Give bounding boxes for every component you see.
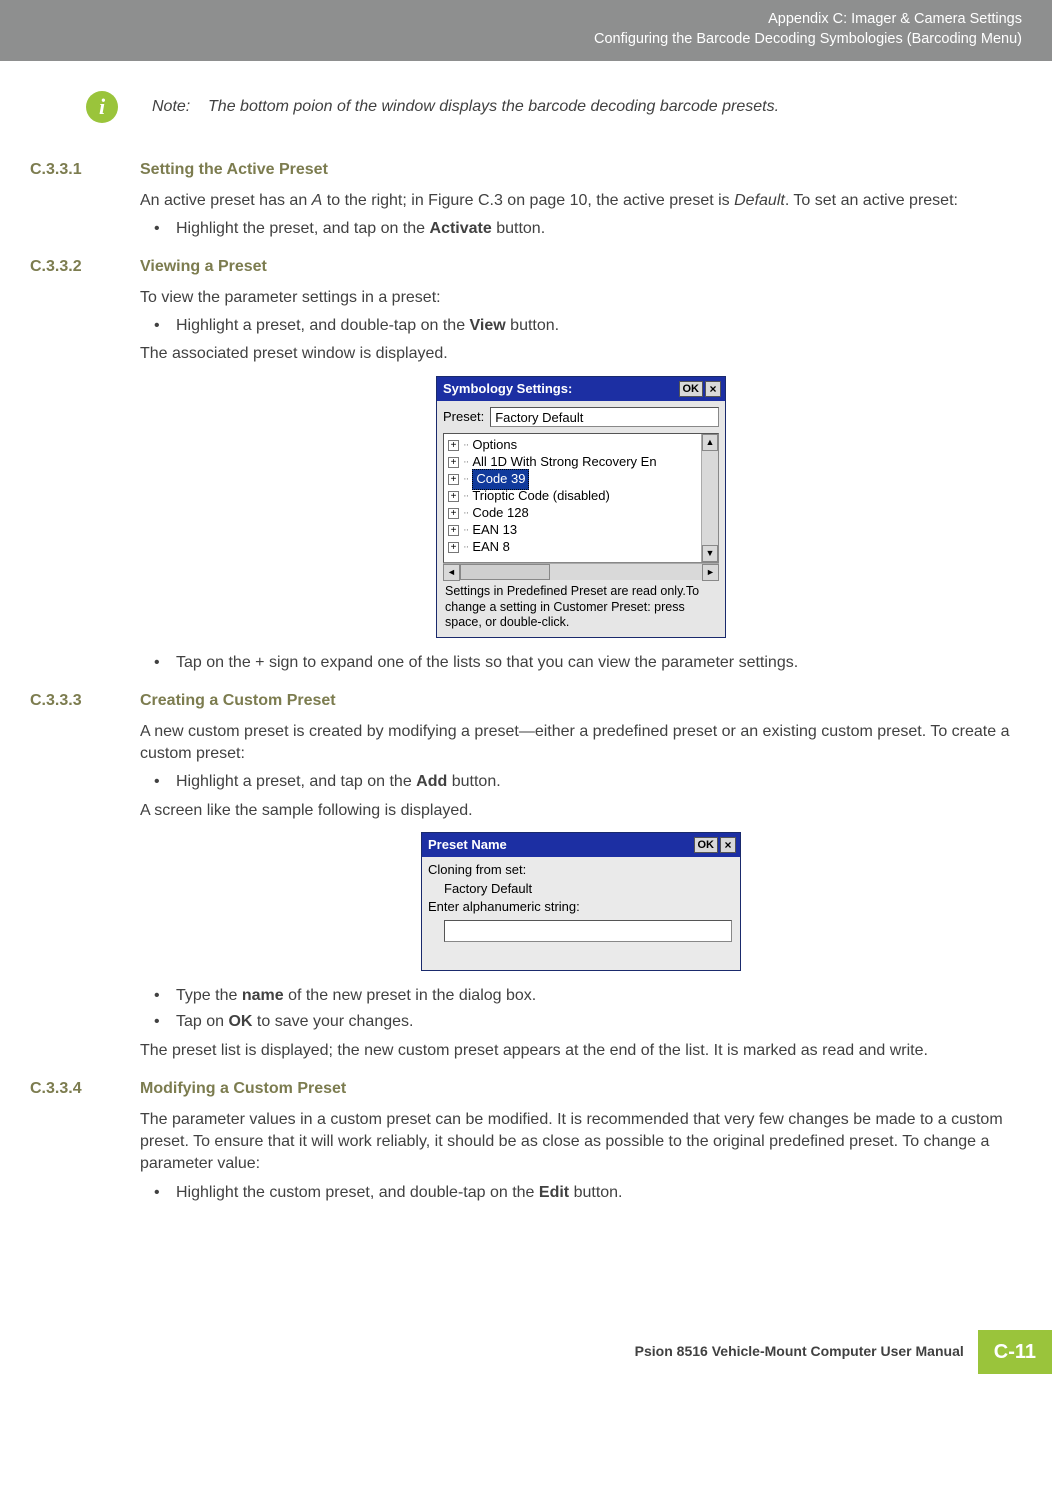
footer-manual-title: Psion 8516 Vehicle-Mount Computer User M… — [621, 1330, 978, 1374]
section-number: C.3.3.3 — [30, 690, 122, 1068]
note-body: The bottom poion of the window displays … — [208, 98, 779, 115]
status-text: Settings in Predefined Preset are read o… — [443, 584, 719, 633]
scroll-up-icon[interactable]: ▲ — [702, 434, 718, 451]
note-callout: i Note: The bottom poion of the window d… — [86, 91, 1022, 123]
list-item: Tap on OK to save your changes. — [154, 1011, 1022, 1033]
section-c-3-3-3: C.3.3.3 Creating a Custom Preset A new c… — [30, 690, 1022, 1068]
bullet-list: Highlight the preset, and tap on the Act… — [140, 218, 1022, 240]
section-title: Viewing a Preset — [140, 256, 1022, 278]
preset-row: Preset: Factory Default — [443, 407, 719, 427]
list-item: Tap on the + sign to expand one of the l… — [154, 652, 1022, 674]
paragraph: An active preset has an A to the right; … — [140, 190, 1022, 212]
note-label: Note: — [152, 98, 190, 115]
page-content: i Note: The bottom poion of the window d… — [0, 61, 1052, 1210]
ok-button[interactable]: OK — [694, 837, 719, 853]
paragraph: The associated preset window is displaye… — [140, 343, 1022, 365]
tree-item-code-128: +··Code 128 — [448, 505, 696, 522]
section-number: C.3.3.4 — [30, 1078, 122, 1210]
paragraph: A new custom preset is created by modify… — [140, 721, 1022, 766]
window-title: Preset Name — [426, 836, 694, 854]
symbology-settings-window: Symbology Settings: OK × Preset: Factory… — [436, 376, 726, 638]
ok-button[interactable]: OK — [679, 381, 704, 397]
section-title: Setting the Active Preset — [140, 159, 1022, 181]
scroll-right-icon[interactable]: ► — [702, 564, 719, 581]
expand-icon[interactable]: + — [448, 474, 459, 485]
expand-icon[interactable]: + — [448, 525, 459, 536]
tree-item-code-39: +··Code 39 — [448, 471, 696, 488]
close-icon[interactable]: × — [720, 837, 736, 853]
window-titlebar[interactable]: Symbology Settings: OK × — [437, 377, 725, 401]
preset-name-window: Preset Name OK × Cloning from set: Facto… — [421, 832, 741, 971]
window-title: Symbology Settings: — [441, 380, 679, 398]
window-titlebar[interactable]: Preset Name OK × — [422, 833, 740, 857]
header-line-1: Appendix C: Imager & Camera Settings — [30, 10, 1022, 30]
preset-label: Preset: — [443, 408, 484, 426]
list-item: Type the name of the new preset in the d… — [154, 985, 1022, 1007]
header-line-2: Configuring the Barcode Decoding Symbolo… — [30, 30, 1022, 50]
preset-field[interactable]: Factory Default — [490, 407, 719, 427]
cloning-label: Cloning from set: — [428, 861, 734, 879]
expand-icon[interactable]: + — [448, 457, 459, 468]
scroll-left-icon[interactable]: ◄ — [443, 564, 460, 581]
horizontal-scrollbar[interactable]: ◄ ► — [443, 563, 719, 580]
bullet-list: Highlight a preset, and double-tap on th… — [140, 315, 1022, 337]
section-title: Creating a Custom Preset — [140, 690, 1022, 712]
note-text: Note: The bottom poion of the window dis… — [152, 96, 779, 118]
close-icon[interactable]: × — [705, 381, 721, 397]
list-item: Highlight a preset, and tap on the Add b… — [154, 771, 1022, 793]
preset-name-input[interactable] — [444, 920, 732, 942]
page-footer: Psion 8516 Vehicle-Mount Computer User M… — [0, 1330, 1052, 1374]
list-item: Highlight the preset, and tap on the Act… — [154, 218, 1022, 240]
enter-string-label: Enter alphanumeric string: — [428, 898, 734, 916]
section-number: C.3.3.1 — [30, 159, 122, 246]
expand-icon[interactable]: + — [448, 440, 459, 451]
tree-panel[interactable]: +··Options +··All 1D With Strong Recover… — [443, 433, 719, 563]
paragraph: To view the parameter settings in a pres… — [140, 287, 1022, 309]
bullet-list: Tap on the + sign to expand one of the l… — [140, 652, 1022, 674]
info-icon: i — [86, 91, 118, 123]
page-number-badge: C-11 — [978, 1330, 1052, 1374]
vertical-scrollbar[interactable]: ▲ ▼ — [701, 434, 718, 562]
section-number: C.3.3.2 — [30, 256, 122, 680]
bullet-list: Highlight the custom preset, and double-… — [140, 1182, 1022, 1204]
paragraph: The parameter values in a custom preset … — [140, 1109, 1022, 1176]
expand-icon[interactable]: + — [448, 508, 459, 519]
expand-icon[interactable]: + — [448, 491, 459, 502]
expand-icon[interactable]: + — [448, 542, 459, 553]
list-item: Highlight a preset, and double-tap on th… — [154, 315, 1022, 337]
scroll-thumb[interactable] — [460, 564, 550, 580]
bullet-list: Type the name of the new preset in the d… — [140, 985, 1022, 1034]
paragraph: A screen like the sample following is di… — [140, 800, 1022, 822]
bullet-list: Highlight a preset, and tap on the Add b… — [140, 771, 1022, 793]
section-c-3-3-4: C.3.3.4 Modifying a Custom Preset The pa… — [30, 1078, 1022, 1210]
list-item: Highlight the custom preset, and double-… — [154, 1182, 1022, 1204]
section-title: Modifying a Custom Preset — [140, 1078, 1022, 1100]
tree-item-trioptic: +··Trioptic Code (disabled) — [448, 488, 696, 505]
scroll-down-icon[interactable]: ▼ — [702, 545, 718, 562]
page-header: Appendix C: Imager & Camera Settings Con… — [0, 0, 1052, 61]
tree-item-ean-8: +··EAN 8 — [448, 539, 696, 556]
paragraph: The preset list is displayed; the new cu… — [140, 1040, 1022, 1062]
tree-item-options: +··Options — [448, 437, 696, 454]
cloning-source: Factory Default — [428, 880, 734, 898]
section-c-3-3-1: C.3.3.1 Setting the Active Preset An act… — [30, 159, 1022, 246]
section-c-3-3-2: C.3.3.2 Viewing a Preset To view the par… — [30, 256, 1022, 680]
tree-item-ean-13: +··EAN 13 — [448, 522, 696, 539]
